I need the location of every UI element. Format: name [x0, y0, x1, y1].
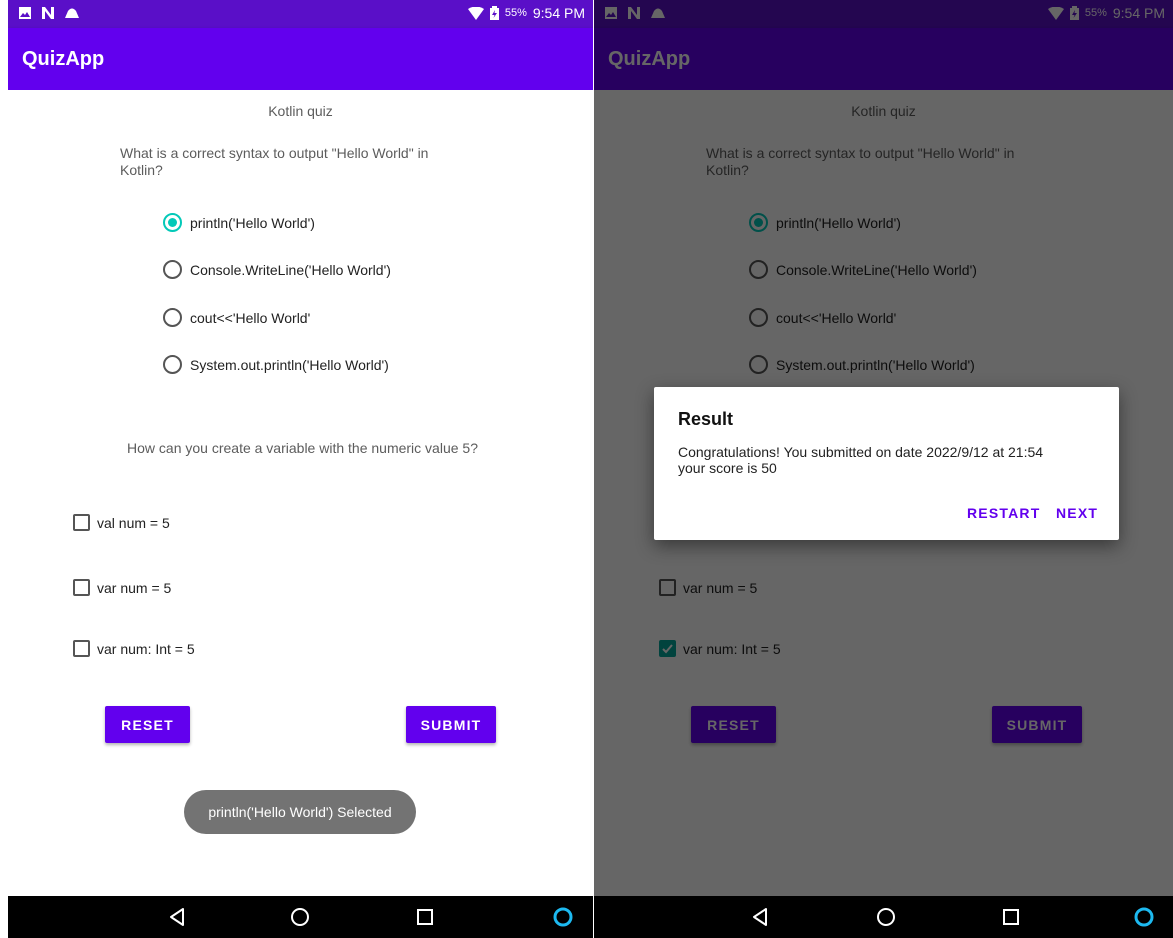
question-2: How can you create a variable with the n…: [127, 440, 478, 456]
radio-label: Console.WriteLine('Hello World'): [190, 261, 391, 278]
quiz-content: Kotlin quiz What is a correct syntax to …: [8, 90, 593, 896]
radio-button[interactable]: [163, 260, 182, 279]
checkbox-label: var num = 5: [97, 579, 172, 596]
reset-button[interactable]: RESET: [105, 706, 190, 743]
quiz-title: Kotlin quiz: [268, 103, 333, 119]
toast: println('Hello World') Selected: [184, 790, 416, 834]
battery-percent: 55%: [504, 7, 527, 19]
phone-screen-right: 55% 9:54 PM QuizApp Kotlin quiz What is …: [594, 0, 1173, 938]
radio-button[interactable]: [163, 355, 182, 374]
radio-button-checked[interactable]: [163, 213, 182, 232]
result-dialog: Result Congratulations! You submitted on…: [654, 387, 1119, 540]
radio-option-1[interactable]: println('Hello World'): [163, 213, 315, 232]
n-icon: [42, 7, 54, 19]
home-icon[interactable]: [874, 905, 898, 929]
status-bar: 55% 9:54 PM: [8, 0, 593, 28]
back-icon[interactable]: [749, 905, 773, 929]
app-bar: QuizApp: [8, 28, 593, 90]
dialog-title: Result: [678, 409, 734, 429]
clock: 9:54 PM: [532, 5, 585, 21]
nav-bar: [8, 896, 593, 938]
next-button[interactable]: NEXT: [1056, 505, 1098, 521]
checkbox-option-1[interactable]: val num = 5: [73, 514, 170, 531]
dialog-message: Congratulations! You submitted on date 2…: [678, 444, 1044, 476]
question-1: What is a correct syntax to output "Hell…: [120, 145, 429, 178]
cloud-icon: [65, 8, 79, 18]
battery-icon: [489, 6, 499, 20]
checkbox-option-2[interactable]: var num = 5: [73, 579, 171, 596]
checkbox[interactable]: [73, 640, 90, 657]
radio-label: System.out.println('Hello World'): [190, 356, 389, 373]
radio-button[interactable]: [163, 308, 182, 327]
restart-button[interactable]: RESTART: [967, 505, 1040, 521]
app-title: QuizApp: [22, 48, 105, 70]
nav-bar: [594, 896, 1173, 938]
home-icon[interactable]: [288, 905, 312, 929]
assistant-icon[interactable]: [551, 905, 575, 929]
radio-option-3[interactable]: cout<<'Hello World': [163, 308, 310, 327]
radio-label: cout<<'Hello World': [190, 309, 311, 326]
recents-icon[interactable]: [413, 905, 437, 929]
checkbox[interactable]: [73, 579, 90, 596]
radio-option-2[interactable]: Console.WriteLine('Hello World'): [163, 260, 391, 279]
checkbox-option-3[interactable]: var num: Int = 5: [73, 640, 195, 657]
image-icon: [19, 7, 31, 19]
radio-label: println('Hello World'): [190, 214, 315, 231]
assistant-icon[interactable]: [1132, 905, 1156, 929]
recents-icon[interactable]: [999, 905, 1023, 929]
back-icon[interactable]: [166, 905, 190, 929]
checkbox[interactable]: [73, 514, 90, 531]
phone-screen-left: 55% 9:54 PM QuizApp Kotlin quiz What is …: [8, 0, 593, 938]
submit-button[interactable]: SUBMIT: [406, 706, 496, 743]
wifi-icon: [467, 6, 484, 20]
radio-option-4[interactable]: System.out.println('Hello World'): [163, 355, 389, 374]
checkbox-label: val num = 5: [97, 514, 170, 531]
checkbox-label: var num: Int = 5: [97, 640, 195, 657]
